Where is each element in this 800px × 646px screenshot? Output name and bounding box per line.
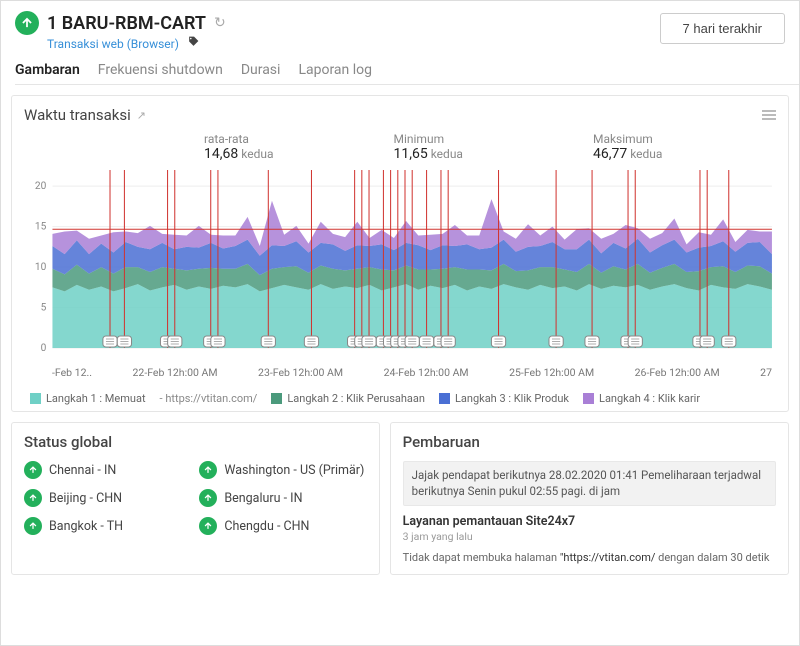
legend-swatch-icon [271,393,282,404]
status-up-icon [199,461,217,479]
stat-max-label: Maksimum [593,132,662,146]
global-status-title: Status global [24,433,367,451]
tag-icon[interactable] [187,35,200,52]
location-name: Chennai - IN [49,463,116,478]
status-up-icon [24,461,42,479]
tab-gambaran[interactable]: Gambaran [15,62,80,78]
tab-laporan-log[interactable]: Laporan log [298,62,372,78]
svg-text:20: 20 [35,181,47,192]
tab-frekuensi-shutdown[interactable]: Frekuensi shutdown [98,62,223,78]
legend-swatch-icon [439,393,450,404]
transaction-chart: 0 5 10 15 20 [24,166,776,366]
location-name: Bengaluru - IN [224,491,302,506]
stat-avg-value: 14,68 [204,146,238,162]
tabs: Gambaran Frekuensi shutdown Durasi Laporan … [15,62,799,85]
svg-text:5: 5 [41,303,47,314]
location-name: Beijing - CHN [49,491,122,506]
subtitle-link[interactable]: Transaksi web (Browser) [47,37,179,51]
chart-xaxis: -Feb 12..22-Feb 12h:00 AM23-Feb 12h:00 A… [24,366,776,379]
status-up-icon [15,11,39,35]
legend-swatch-icon [30,393,41,404]
tab-durasi[interactable]: Durasi [241,62,281,78]
updates-card: Pembaruan Jajak pendapat berikutnya 28.0… [390,422,789,575]
status-up-icon [24,517,42,535]
legend-item[interactable]: Langkah 1 : Memuat [30,392,146,405]
location-item[interactable]: Washington - US (Primär) [199,461,366,479]
location-item[interactable]: Beijing - CHN [24,489,191,507]
page-title: 1 BARU-RBM-CART [47,13,206,34]
location-name: Washington - US (Primär) [224,463,364,478]
stat-max-value: 46,77 [593,146,627,162]
status-up-icon [24,489,42,507]
status-up-icon [199,489,217,507]
updates-service-time: 3 jam yang lalu [403,530,776,543]
stat-min-value: 11,65 [393,146,427,162]
location-item[interactable]: Bengaluru - IN [199,489,366,507]
updates-service-title: Layanan pemantauan Site24x7 [403,514,776,529]
updates-highlight: Jajak pendapat berikutnya 28.02.2020 01:… [403,461,776,506]
svg-text:10: 10 [35,262,47,273]
updates-title: Pembaruan [403,433,776,451]
legend-item[interactable]: Langkah 4 : Klik karir [583,392,700,405]
time-range-button[interactable]: 7 hari terakhir [660,13,785,44]
stat-avg-label: rata-rata [204,132,273,146]
svg-text:15: 15 [35,222,47,233]
stat-min-label: Minimum [393,132,462,146]
location-item[interactable]: Bangkok - TH [24,517,191,535]
panel-menu-icon[interactable] [762,108,776,122]
location-name: Chengdu - CHN [224,519,309,534]
status-up-icon [199,517,217,535]
global-status-card: Status global Chennai - IN Washington - U… [11,422,380,575]
chart-legend: Langkah 1 : Memuat- https://vtitan.com/L… [24,392,776,405]
legend-item[interactable]: Langkah 2 : Klik Perusahaan [271,392,425,405]
svg-text:0: 0 [41,343,47,354]
transaction-time-panel: Waktu transaksi ↗ rata-rata 14,68kedua M… [11,95,789,412]
open-external-icon[interactable]: ↗ [137,109,146,122]
refresh-icon[interactable]: ↻ [214,15,226,31]
legend-item[interactable]: Langkah 3 : Klik Produk [439,392,569,405]
location-name: Bangkok - TH [49,519,123,534]
panel-title: Waktu transaksi [24,106,131,124]
location-item[interactable]: Chengdu - CHN [199,517,366,535]
legend-swatch-icon [583,393,594,404]
location-item[interactable]: Chennai - IN [24,461,191,479]
updates-error-line: Tidak dapat membuka halaman "https://vti… [403,551,776,564]
